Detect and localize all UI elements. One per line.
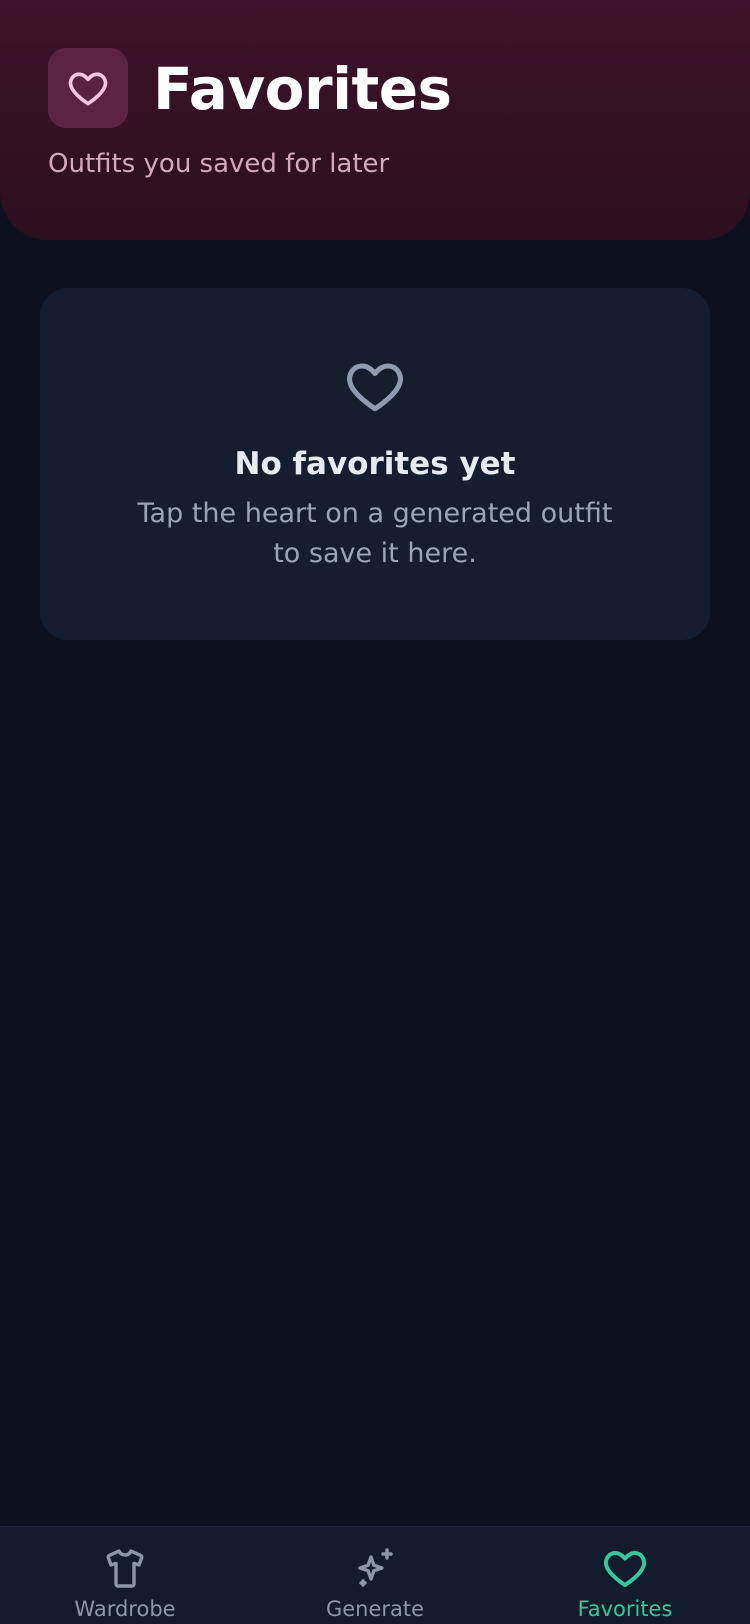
page-title: Favorites [153,55,452,123]
app-screen: Favorites Outfits you saved for later No… [0,0,750,1624]
sparkles-icon [351,1543,399,1593]
header-heart-icon [48,48,128,128]
tab-favorites[interactable]: Favorites [500,1527,750,1624]
empty-heart-icon [40,354,710,418]
heart-icon [601,1543,649,1593]
page-subtitle: Outfits you saved for later [48,149,390,179]
tab-wardrobe[interactable]: Wardrobe [0,1527,250,1624]
tab-label: Wardrobe [74,1597,176,1621]
tab-label: Favorites [577,1597,673,1621]
empty-state-message: Tap the heart on a generated outfit to s… [137,498,613,569]
page-header: Favorites Outfits you saved for later [0,0,750,240]
tab-generate[interactable]: Generate [250,1527,500,1624]
bottom-tab-bar: Wardrobe Generate Favorites [0,1526,750,1624]
empty-state-title: No favorites yet [234,446,516,482]
empty-state-card: No favorites yet Tap the heart on a gene… [40,288,710,640]
shirt-icon [101,1543,149,1593]
tab-label: Generate [325,1597,425,1621]
